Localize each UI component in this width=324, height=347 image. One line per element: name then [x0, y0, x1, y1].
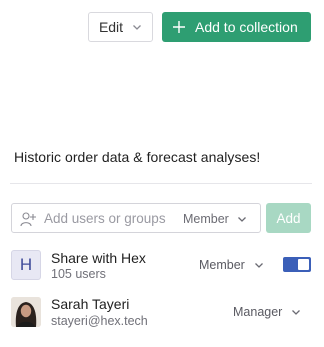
- member-role-label: Member: [199, 258, 245, 272]
- plus-icon: [173, 21, 185, 33]
- chevron-down-icon[interactable]: [237, 214, 247, 224]
- member-subtitle: 105 users: [51, 267, 106, 281]
- invite-role-select[interactable]: Member: [183, 212, 229, 226]
- edit-button[interactable]: Edit: [88, 12, 153, 42]
- member-role-select[interactable]: Member: [199, 258, 264, 272]
- member-role-select[interactable]: Manager: [233, 305, 301, 319]
- member-name: Sarah Tayeri: [51, 296, 130, 312]
- divider: [10, 183, 312, 184]
- add-to-collection-button[interactable]: Add to collection: [162, 12, 311, 42]
- share-toggle[interactable]: [283, 257, 311, 272]
- user-plus-icon: [20, 212, 36, 227]
- toggle-knob: [298, 259, 309, 270]
- member-email: stayeri@hex.tech: [51, 314, 148, 328]
- member-name: Share with Hex: [51, 250, 146, 266]
- invite-placeholder: Add users or groups: [44, 211, 166, 226]
- chevron-down-icon: [133, 25, 142, 30]
- avatar-photo-icon: [11, 297, 41, 327]
- chevron-down-icon: [292, 310, 301, 315]
- project-description: Historic order data & forecast analyses!: [14, 149, 261, 165]
- workspace-avatar: H: [11, 250, 41, 280]
- edit-button-label: Edit: [98, 19, 124, 35]
- add-button[interactable]: Add: [266, 203, 311, 233]
- add-to-collection-label: Add to collection: [195, 19, 298, 35]
- share-panel: Edit Add to collection Historic order da…: [0, 0, 324, 347]
- invite-input[interactable]: Add users or groups Member: [11, 203, 261, 233]
- member-role-label: Manager: [233, 305, 283, 319]
- user-avatar: [11, 297, 41, 327]
- chevron-down-icon: [254, 263, 263, 268]
